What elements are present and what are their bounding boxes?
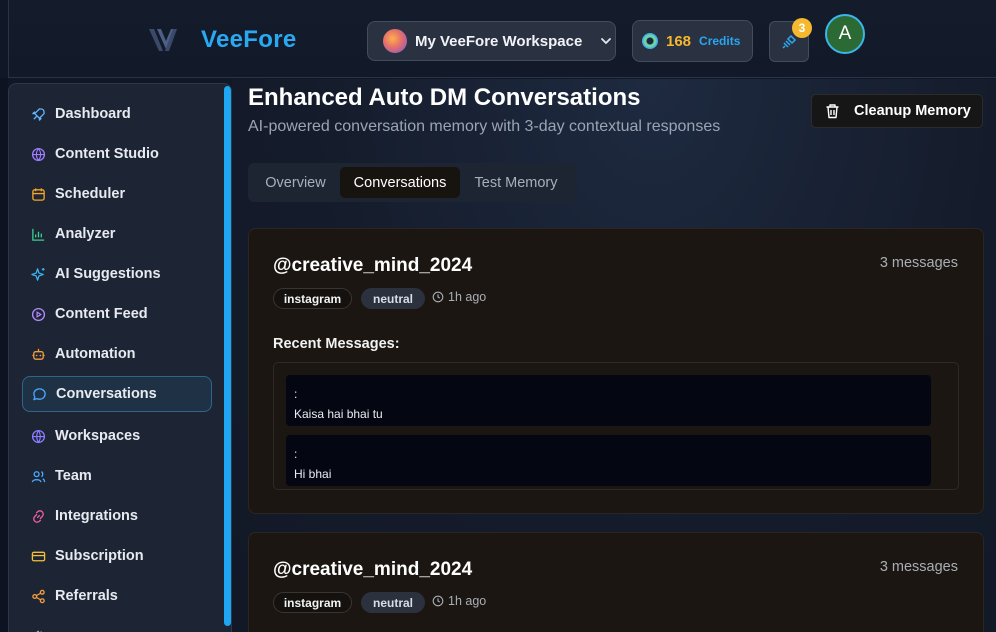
sidebar-item-label: Conversations	[56, 386, 157, 402]
workspace-avatar	[383, 29, 407, 53]
share-icon	[32, 589, 45, 603]
platform-badge: instagram	[273, 592, 352, 613]
message-count: 3 messages	[879, 559, 958, 575]
tab-test-memory[interactable]: Test Memory	[462, 167, 570, 198]
sidebar-item-scheduler[interactable]: Scheduler	[22, 176, 212, 212]
conversation-card[interactable]: @creative_mind_2024 3 messages instagram…	[248, 228, 984, 514]
credits-label: Credits	[699, 34, 741, 48]
credit-card-icon	[31, 551, 46, 561]
sidebar-item-integrations[interactable]: Integrations	[22, 498, 212, 534]
message-item: : Hi bhai	[286, 435, 931, 486]
tab-conversations[interactable]: Conversations	[340, 167, 460, 198]
gear-icon	[34, 630, 43, 632]
notifications-button[interactable]: 3	[769, 18, 812, 62]
sparkles-icon	[31, 267, 45, 281]
chevron-down-icon	[601, 38, 612, 45]
palette-icon	[31, 147, 46, 161]
play-circle-icon	[31, 307, 46, 321]
last-activity-time: 1h ago	[448, 594, 487, 608]
sentiment-badge: neutral	[361, 288, 425, 309]
conversation-username: @creative_mind_2024	[273, 255, 473, 276]
satellite-icon	[782, 34, 797, 49]
sidebar-item-label: Workspaces	[55, 428, 141, 444]
message-circle-icon	[33, 387, 46, 400]
recent-messages-list[interactable]: : Kaisa hai bhai tu : Hi bhai	[273, 362, 959, 490]
logo[interactable]: VeeFore	[147, 26, 297, 54]
globe-icon	[31, 429, 46, 443]
sidebar-item-team[interactable]: Team	[22, 458, 212, 494]
sidebar-item-analyzer[interactable]: Analyzer	[22, 216, 212, 252]
message-text: Hi bhai	[294, 467, 332, 481]
sidebar-item-settings-partial[interactable]	[22, 618, 212, 632]
bar-chart-icon	[32, 228, 45, 241]
sidebar-item-referrals[interactable]: Referrals	[22, 578, 212, 614]
last-activity: 1h ago	[432, 594, 486, 608]
sidebar-item-label: Analyzer	[55, 226, 116, 242]
message-count: 3 messages	[879, 255, 958, 271]
message-sender: :	[294, 387, 298, 401]
sidebar-item-subscription[interactable]: Subscription	[22, 538, 212, 574]
sidebar-item-label: Content Studio	[55, 146, 159, 162]
user-avatar[interactable]: A	[825, 14, 865, 54]
left-edge	[0, 78, 8, 632]
trash-icon	[826, 104, 839, 119]
last-activity: 1h ago	[432, 290, 486, 304]
last-activity-time: 1h ago	[448, 290, 487, 304]
conversation-username: @creative_mind_2024	[273, 559, 473, 580]
sidebar-item-workspaces[interactable]: Workspaces	[22, 418, 212, 454]
message-item: : Kaisa hai bhai tu	[286, 375, 931, 426]
credits-display[interactable]: 168 Credits	[632, 20, 753, 62]
logo-text: VeeFore	[201, 26, 297, 53]
sidebar-item-label: Scheduler	[55, 186, 126, 202]
workspace-switcher[interactable]: My VeeFore Workspace	[367, 21, 616, 61]
cleanup-memory-label: Cleanup Memory	[854, 103, 971, 119]
sidebar-item-content-feed[interactable]: Content Feed	[22, 296, 212, 332]
message-sender: :	[294, 447, 298, 461]
sidebar-item-label: AI Suggestions	[55, 266, 161, 282]
sidebar-item-dashboard[interactable]: Dashboard	[22, 96, 212, 132]
sidebar-item-label: Dashboard	[55, 106, 131, 122]
sidebar-item-conversations[interactable]: Conversations	[22, 376, 212, 412]
notification-badge: 3	[792, 18, 812, 38]
tab-overview[interactable]: Overview	[253, 167, 338, 198]
link-icon	[33, 509, 44, 523]
conversation-card[interactable]: @creative_mind_2024 3 messages instagram…	[248, 532, 984, 632]
sidebar-item-label: Team	[55, 468, 92, 484]
sidebar-item-label: Referrals	[55, 588, 118, 604]
top-bar: VeeFore My VeeFore Workspace 168 Credits…	[8, 0, 996, 78]
clock-icon	[432, 291, 444, 303]
sidebar-item-label: Content Feed	[55, 306, 148, 322]
clock-icon	[432, 595, 444, 607]
message-text: Kaisa hai bhai tu	[294, 407, 383, 421]
sidebar-item-label: Subscription	[55, 548, 144, 564]
sidebar-item-automation[interactable]: Automation	[22, 336, 212, 372]
page-title: Enhanced Auto DM Conversations	[248, 84, 641, 111]
sidebar-item-label: Automation	[55, 346, 136, 362]
sidebar-item-label: Integrations	[55, 508, 138, 524]
recent-messages-heading: Recent Messages:	[273, 336, 400, 352]
rocket-icon	[32, 107, 45, 121]
sidebar-scrollbar[interactable]	[224, 86, 231, 626]
users-icon	[31, 470, 46, 482]
calendar-icon	[32, 187, 45, 201]
tab-bar: Overview Conversations Test Memory	[248, 163, 576, 202]
cleanup-memory-button[interactable]: Cleanup Memory	[811, 94, 983, 128]
sidebar-item-ai-suggestions[interactable]: AI Suggestions	[22, 256, 212, 292]
platform-badge: instagram	[273, 288, 352, 309]
coin-icon	[642, 33, 658, 49]
bot-icon	[32, 348, 45, 360]
workspace-label: My VeeFore Workspace	[415, 32, 583, 50]
sidebar: Dashboard Content Studio Scheduler Analy…	[8, 83, 232, 632]
veefore-logo-icon	[149, 29, 177, 51]
credits-value: 168	[666, 32, 692, 50]
sentiment-badge: neutral	[361, 592, 425, 613]
sidebar-item-content-studio[interactable]: Content Studio	[22, 136, 212, 172]
page-subtitle: AI-powered conversation memory with 3-da…	[248, 118, 721, 135]
